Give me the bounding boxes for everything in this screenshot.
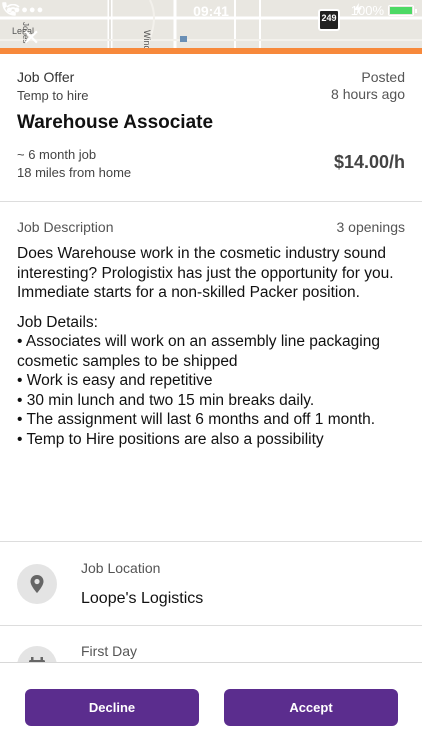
pay-rate: $14.00/h: [333, 152, 405, 172]
location-value: Loope's Logistics: [81, 590, 204, 607]
description-body: Does Warehouse work in the cosmetic indu…: [17, 244, 409, 449]
phone-icon[interactable]: [0, 0, 18, 18]
offer-summary: Job Offer Temp to hire Posted 8 hours ag…: [0, 54, 422, 202]
accept-button[interactable]: Accept: [224, 689, 398, 726]
details-bullet: • Work is easy and repetitive: [17, 372, 213, 389]
description-label: Job Description: [17, 219, 114, 235]
details-bullet: • Associates will work on an assembly li…: [17, 333, 380, 370]
battery-icon: [388, 5, 417, 16]
offer-type: Job Offer: [17, 69, 75, 85]
description-intro: Does Warehouse work in the cosmetic indu…: [17, 245, 394, 301]
close-icon[interactable]: ✕: [22, 27, 40, 49]
job-distance: 18 miles from home: [17, 165, 132, 180]
first-day-label: First Day: [81, 643, 137, 659]
decline-button[interactable]: Decline: [25, 689, 199, 726]
map-label-wind: Wind: [142, 30, 152, 50]
job-location-row[interactable]: Job Location Loope's Logistics: [0, 542, 422, 626]
posted-label: Posted: [361, 69, 405, 85]
location-label: Job Location: [81, 560, 161, 576]
posted-time: 8 hours ago: [331, 86, 405, 102]
details-heading: Job Details:: [17, 313, 98, 331]
status-bar: ●●●●● 09:41 100%: [0, 0, 422, 22]
charging-icon: [353, 3, 362, 15]
details-bullet: • 30 min lunch and two 15 min breaks dai…: [17, 391, 315, 409]
action-footer: Decline Accept: [0, 662, 422, 750]
job-title: Warehouse Associate: [17, 112, 214, 133]
battery-indicator: 100%: [351, 3, 417, 18]
location-pin-icon: [17, 564, 57, 604]
map-header: Lenal Wind Jones 249 ●●●●● 09:41 100% ✕: [0, 0, 422, 50]
job-description-section: Job Description 3 openings Does Warehous…: [0, 202, 422, 542]
offer-subtype: Temp to hire: [17, 88, 89, 103]
openings-count: 3 openings: [336, 219, 405, 235]
details-bullet: • Temp to Hire positions are also a poss…: [17, 430, 324, 448]
job-duration: ~ 6 month job: [17, 147, 97, 162]
details-bullet: • The assignment will last 6 months and …: [17, 411, 376, 428]
